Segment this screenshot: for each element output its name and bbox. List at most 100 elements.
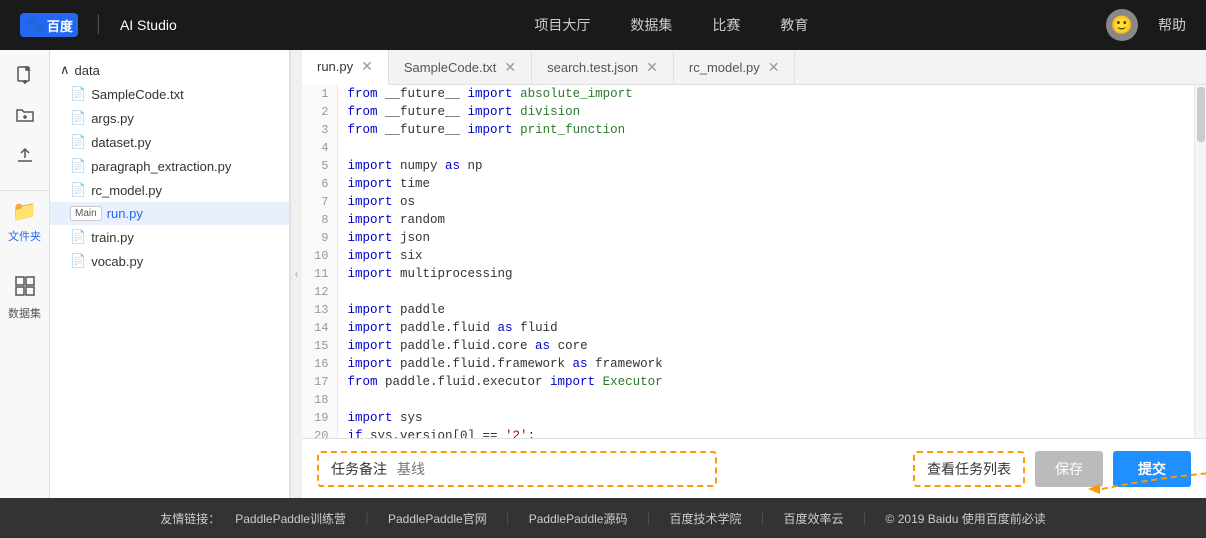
footer-paddlepaddle-source[interactable]: PaddlePaddle源码 — [529, 510, 628, 527]
baidu-logo: 🐾 百度 — [20, 13, 78, 37]
nav-links: 项目大厅 数据集 比赛 教育 — [237, 15, 1106, 35]
file-tree: ∧ data 📄 SampleCode.txt 📄 args.py 📄 data… — [50, 50, 290, 498]
file-name: args.py — [91, 111, 134, 126]
sidebar-icons: 📁 文件夹 数据集 — [0, 50, 50, 498]
file-name: run.py — [107, 206, 143, 221]
new-folder-btn[interactable] — [10, 100, 40, 130]
footer-copyright: © 2019 Baidu 使用百度前必读 — [886, 510, 1046, 527]
file-tree-header: ∧ data — [50, 58, 289, 82]
tab-run-py[interactable]: run.py ✕ — [302, 50, 389, 85]
tab-rc-model[interactable]: rc_model.py ✕ — [674, 51, 796, 84]
expand-icon: ∧ — [60, 62, 70, 78]
tab-label: run.py — [317, 59, 353, 74]
view-tasks-wrapper: 查看任务列表 — [913, 451, 1025, 487]
baseline-input[interactable] — [397, 461, 703, 477]
table-row: 12 — [302, 283, 1206, 301]
logo-area: 🐾 百度 │ AI Studio — [20, 13, 177, 37]
main-layout: 📁 文件夹 数据集 ∧ data — [0, 50, 1206, 498]
sidebar-files[interactable]: 📁 文件夹 — [8, 199, 41, 244]
nav-education[interactable]: 教育 — [780, 15, 808, 35]
tab-samplecode[interactable]: SampleCode.txt ✕ — [389, 51, 532, 84]
scrollbar-thumb[interactable] — [1197, 87, 1205, 142]
file-paragraph[interactable]: 📄 paragraph_extraction.py — [50, 154, 289, 178]
nav-competitions[interactable]: 比赛 — [712, 15, 740, 35]
table-row: 7 import os — [302, 193, 1206, 211]
file-icon: 📄 — [70, 253, 86, 269]
view-tasks-button[interactable]: 查看任务列表 — [927, 459, 1011, 479]
nav-datasets[interactable]: 数据集 — [630, 15, 672, 35]
new-file-btn[interactable] — [10, 60, 40, 90]
table-row: 11 import multiprocessing — [302, 265, 1206, 283]
file-train[interactable]: 📄 train.py — [50, 225, 289, 249]
file-rc-model[interactable]: 📄 rc_model.py — [50, 178, 289, 202]
file-args[interactable]: 📄 args.py — [50, 106, 289, 130]
footer-prefix: 友情链接： — [160, 510, 220, 527]
top-navigation: 🐾 百度 │ AI Studio 项目大厅 数据集 比赛 教育 🙂 帮助 — [0, 0, 1206, 50]
file-name: paragraph_extraction.py — [91, 159, 231, 174]
help-link[interactable]: 帮助 — [1158, 15, 1186, 35]
nav-projects[interactable]: 项目大厅 — [534, 15, 590, 35]
task-notes-label: 任务备注 — [331, 459, 387, 479]
file-name: vocab.py — [91, 254, 143, 269]
file-vocab[interactable]: 📄 vocab.py — [50, 249, 289, 273]
tab-close-run[interactable]: ✕ — [361, 58, 373, 75]
table-row: 16 import paddle.fluid.framework as fram… — [302, 355, 1206, 373]
tab-close-rc[interactable]: ✕ — [768, 59, 780, 76]
avatar[interactable]: 🙂 — [1106, 9, 1138, 41]
tab-label: rc_model.py — [689, 60, 760, 75]
file-icon: 📄 — [70, 158, 86, 174]
main-badge: Main — [70, 206, 102, 221]
footer: 友情链接： PaddlePaddle训练营 ｜ PaddlePaddle官网 ｜… — [0, 498, 1206, 538]
submit-button[interactable]: 提交 — [1113, 451, 1191, 487]
scrollbar-track[interactable] — [1194, 85, 1206, 438]
table-row: 4 — [302, 139, 1206, 157]
table-row: 9 import json — [302, 229, 1206, 247]
sidebar-datasets[interactable]: 数据集 — [8, 276, 41, 321]
baidu-text: 百度 — [47, 16, 73, 35]
collapse-arrow[interactable]: ‹ — [290, 50, 302, 498]
table-row: 18 — [302, 391, 1206, 409]
nav-right: 🙂 帮助 — [1106, 9, 1186, 41]
table-row: 14 import paddle.fluid as fluid — [302, 319, 1206, 337]
tab-label: search.test.json — [547, 60, 638, 75]
table-row: 1 from __future__ import absolute_import — [302, 85, 1206, 103]
footer-baidu-efficiency[interactable]: 百度效率云 — [784, 510, 844, 527]
file-icon: 📄 — [70, 229, 86, 245]
table-row: 5 import numpy as np — [302, 157, 1206, 175]
tab-close-sample[interactable]: ✕ — [504, 59, 516, 76]
tab-close-search[interactable]: ✕ — [646, 59, 658, 76]
file-dataset[interactable]: 📄 dataset.py — [50, 130, 289, 154]
save-button[interactable]: 保存 — [1035, 451, 1103, 487]
table-row: 17 from paddle.fluid.executor import Exe… — [302, 373, 1206, 391]
task-input-container: 任务备注 — [317, 451, 717, 487]
datasets-label: 数据集 — [8, 305, 41, 321]
table-row: 10 import six — [302, 247, 1206, 265]
table-row: 15 import paddle.fluid.core as core — [302, 337, 1206, 355]
code-table: 1 from __future__ import absolute_import… — [302, 85, 1206, 438]
footer-paddlepaddle-training[interactable]: PaddlePaddle训练营 — [235, 510, 346, 527]
file-icon: 📄 — [70, 134, 86, 150]
table-row: 13 import paddle — [302, 301, 1206, 319]
footer-baidu-academy[interactable]: 百度技术学院 — [669, 510, 741, 527]
ai-studio-text: AI Studio — [120, 17, 177, 33]
files-label: 文件夹 — [8, 228, 41, 244]
tabs-bar: run.py ✕ SampleCode.txt ✕ search.test.js… — [302, 50, 1206, 85]
table-row: 19 import sys — [302, 409, 1206, 427]
code-container[interactable]: 1 from __future__ import absolute_import… — [302, 85, 1206, 438]
editor-area: run.py ✕ SampleCode.txt ✕ search.test.js… — [302, 50, 1206, 498]
file-run[interactable]: Main run.py — [50, 202, 289, 225]
file-icon: 📄 — [70, 182, 86, 198]
file-icon: 📄 — [70, 110, 86, 126]
footer-paddlepaddle-official[interactable]: PaddlePaddle官网 — [388, 510, 487, 527]
file-SampleCode[interactable]: 📄 SampleCode.txt — [50, 82, 289, 106]
file-name: SampleCode.txt — [91, 87, 184, 102]
right-buttons: 查看任务列表 保存 提交 — [913, 451, 1191, 487]
file-icon: 📄 — [70, 86, 86, 102]
table-row: 2 from __future__ import division — [302, 103, 1206, 121]
table-row: 8 import random — [302, 211, 1206, 229]
tab-search-json[interactable]: search.test.json ✕ — [532, 51, 674, 84]
upload-btn[interactable] — [10, 140, 40, 170]
logo-divider: │ — [94, 16, 104, 34]
root-folder[interactable]: data — [75, 63, 100, 78]
table-row: 3 from __future__ import print_function — [302, 121, 1206, 139]
